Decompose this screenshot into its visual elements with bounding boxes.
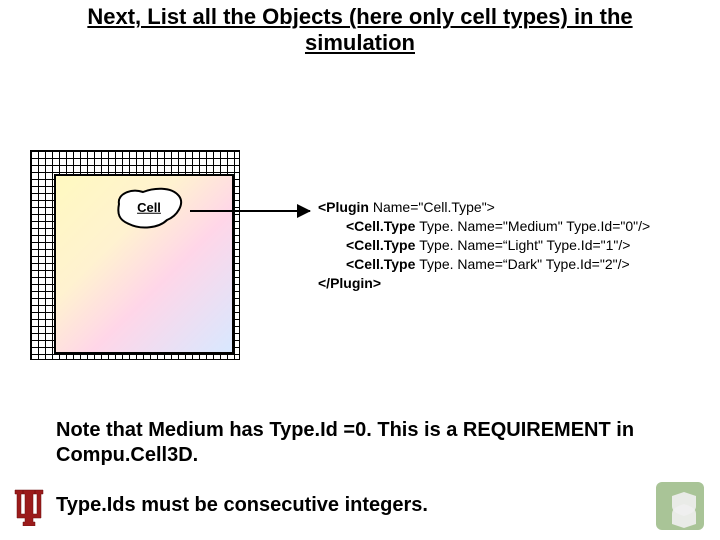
code-token: Type. Name=“Light" Type.Id="1"/> bbox=[419, 237, 630, 253]
code-token: <Plugin bbox=[318, 199, 373, 215]
content-area: Cell <Plugin Name="Cell.Type"> <Cell.Typ… bbox=[0, 150, 720, 380]
code-token: <Cell.Type bbox=[346, 218, 419, 234]
grid-diagram: Cell bbox=[30, 150, 240, 360]
code-token: <Cell.Type bbox=[346, 256, 419, 272]
cell-shape: Cell bbox=[113, 186, 185, 230]
note-requirement: Note that Medium has Type.Id =0. This is… bbox=[56, 418, 666, 468]
cell-label: Cell bbox=[137, 200, 161, 215]
code-token: Name="Cell.Type"> bbox=[373, 199, 495, 215]
slide-title: Next, List all the Objects (here only ce… bbox=[0, 0, 720, 59]
xml-code-block: <Plugin Name="Cell.Type"> <Cell.Type Typ… bbox=[318, 198, 718, 292]
code-token: <Cell.Type bbox=[346, 237, 419, 253]
code-token: Type. Name=“Dark" Type.Id="2"/> bbox=[419, 256, 629, 272]
code-token: Type. Name="Medium" Type.Id="0"/> bbox=[419, 218, 650, 234]
iu-logo-icon bbox=[12, 486, 46, 526]
arrow-icon bbox=[190, 210, 310, 212]
cc3d-logo-icon bbox=[656, 482, 704, 530]
code-token: </Plugin> bbox=[318, 275, 381, 291]
note-consecutive: Type.Ids must be consecutive integers. bbox=[56, 494, 666, 517]
